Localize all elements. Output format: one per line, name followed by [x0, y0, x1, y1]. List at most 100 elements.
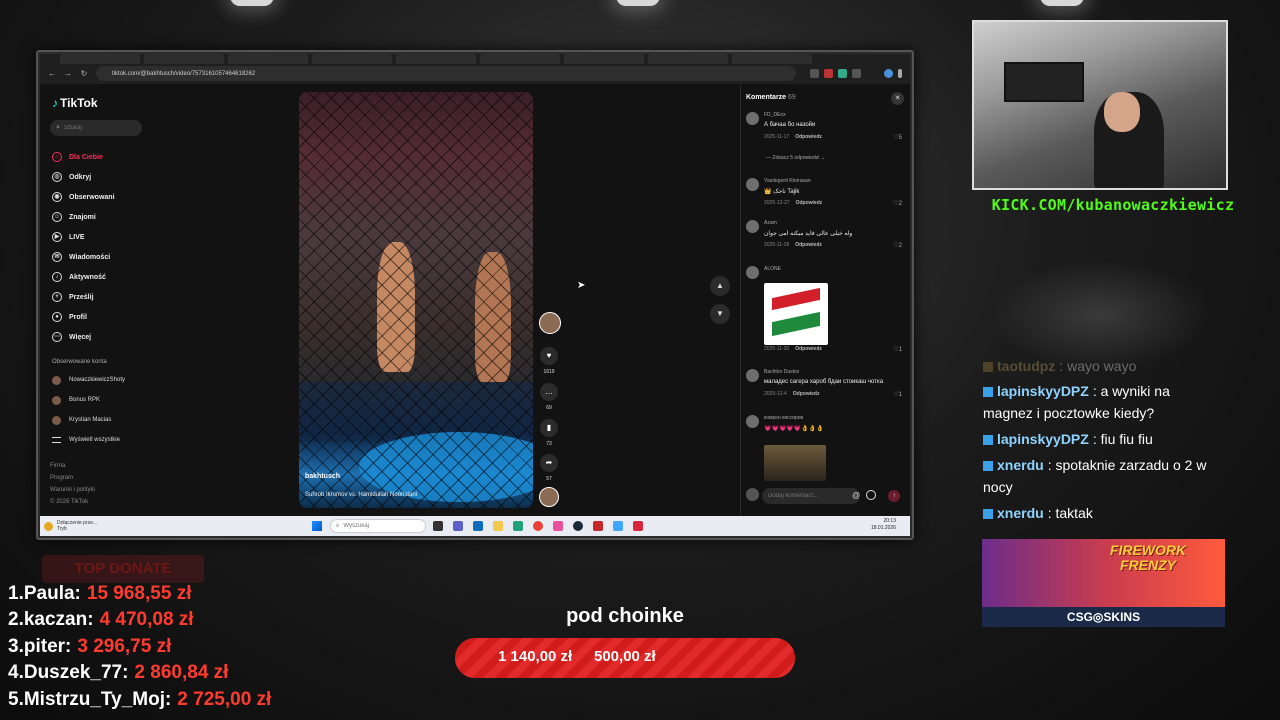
edge-icon[interactable] — [513, 521, 523, 531]
sidebar-item-10[interactable]: ⋯ Więcej — [52, 330, 91, 344]
chevron-down-icon[interactable]: ▼ — [710, 304, 730, 324]
teams-icon[interactable] — [453, 521, 463, 531]
bookmark-icon[interactable]: ▮ — [540, 419, 558, 437]
menu-icon[interactable] — [898, 69, 902, 78]
browser-tab[interactable] — [312, 54, 392, 64]
tiktok-logo[interactable]: ♪ TikTok — [52, 96, 98, 110]
close-icon[interactable]: ✕ — [891, 92, 904, 105]
chat-username[interactable]: taotudpz — [997, 358, 1055, 374]
emoji-icon[interactable] — [866, 490, 876, 500]
browser-tab[interactable] — [60, 54, 140, 64]
commenter-name[interactable]: FD_DEoх — [764, 112, 786, 118]
app-icon[interactable] — [613, 521, 623, 531]
comment-input[interactable] — [768, 493, 856, 499]
video-author[interactable]: bakhtusch — [305, 473, 340, 480]
reply-button[interactable]: Odpowiedz — [795, 134, 822, 140]
extension-icon[interactable] — [810, 69, 819, 78]
chrome-icon[interactable] — [533, 521, 543, 531]
browser-tab[interactable] — [228, 54, 308, 64]
taskbar-notification[interactable]: Dołączenie prze... Tryb — [44, 518, 124, 534]
following-item[interactable]: Bonus RPK — [52, 394, 100, 406]
explorer-icon[interactable] — [493, 521, 503, 531]
footer-link[interactable]: Firma — [50, 463, 65, 469]
back-icon[interactable]: ← — [46, 68, 58, 80]
reply-button[interactable]: Odpowiedz — [795, 242, 822, 248]
commenter-name[interactable]: Yazdegerd Khorasan — [764, 178, 811, 184]
taskbar-search[interactable]: ⌕ — [330, 519, 426, 533]
reply-button[interactable]: Odpowiedz — [793, 391, 820, 397]
send-icon[interactable]: ↑ — [888, 490, 900, 502]
commenter-name[interactable]: Bachtior Dustov — [764, 369, 799, 375]
steam-icon[interactable] — [573, 521, 583, 531]
footer-link[interactable]: Warunki i polityki — [50, 487, 95, 493]
forward-icon[interactable]: → — [62, 68, 74, 80]
browser-tab[interactable] — [144, 54, 224, 64]
browser-tab[interactable] — [732, 54, 812, 64]
tiktok-search[interactable]: ⌕ — [50, 120, 142, 136]
view-replies-link[interactable]: — Zobacz 5 odpowiedzi ⌄ — [766, 155, 825, 161]
sidebar-item-1[interactable]: ⌂ Dla Ciebie — [52, 150, 103, 164]
address-bar[interactable]: tiktok.com/@bakhtusch/video/757316105746… — [96, 66, 796, 81]
sidebar-item-5[interactable]: ▶ LIVE — [52, 230, 85, 244]
chat-username[interactable]: lapinskyyDPZ — [997, 431, 1089, 447]
commenter-avatar[interactable] — [746, 266, 759, 279]
footer-link[interactable]: Program — [50, 475, 73, 481]
share-icon[interactable]: ➦ — [540, 454, 558, 472]
app-icon[interactable] — [633, 521, 643, 531]
app-icon[interactable] — [593, 521, 603, 531]
reply-button[interactable]: Odpowiedz — [796, 200, 823, 206]
reload-icon[interactable]: ↻ — [78, 68, 90, 80]
video-player[interactable]: bakhtusch Suhrob Ikromov vs. Hamidullah … — [299, 92, 533, 508]
chat-username[interactable]: lapinskyyDPZ — [997, 383, 1089, 399]
taskview-icon[interactable] — [433, 521, 443, 531]
sidebar-item-9[interactable]: ● Profil — [52, 310, 87, 324]
sound-avatar[interactable] — [539, 487, 559, 507]
sidebar-item-6[interactable]: ✉ Wiadomości — [52, 250, 110, 264]
following-item[interactable]: Wyświetl wszystkie — [52, 434, 120, 446]
comment-image-thumbnail[interactable] — [764, 445, 826, 481]
sponsor-banner[interactable]: FIREWORK FRENZY CSG◎SKINS — [982, 539, 1225, 627]
commenter-avatar[interactable] — [746, 369, 759, 382]
creator-avatar[interactable] — [539, 312, 561, 334]
comment-likes[interactable]: ♡5 — [893, 134, 902, 141]
comment-input-box[interactable] — [762, 488, 860, 504]
comment-likes[interactable]: ♡2 — [893, 242, 902, 249]
sidebar-item-4[interactable]: ☺ Znajomi — [52, 210, 96, 224]
windows-start-icon[interactable] — [312, 521, 322, 531]
extension-icon[interactable] — [824, 69, 833, 78]
commenter-avatar[interactable] — [746, 178, 759, 191]
commenter-name[interactable]: ALONE — [764, 266, 781, 272]
following-item[interactable]: NowaczkiewiczShoty — [52, 374, 125, 386]
comment-likes[interactable]: ♡1 — [893, 346, 902, 353]
app-icon[interactable] — [553, 521, 563, 531]
comment-icon[interactable]: … — [540, 383, 558, 401]
browser-tab[interactable] — [564, 54, 644, 64]
search-input[interactable] — [63, 125, 134, 131]
extension-icon[interactable] — [852, 69, 861, 78]
sidebar-item-3[interactable]: ◉ Obserwowani — [52, 190, 115, 204]
sidebar-item-2[interactable]: ◎ Odkryj — [52, 170, 91, 184]
chat-username[interactable]: xnerdu — [997, 457, 1044, 473]
profile-avatar-icon[interactable] — [884, 69, 893, 78]
commenter-name[interactable]: Azam — [764, 220, 777, 226]
taskbar-search-input[interactable] — [343, 523, 414, 529]
like-icon[interactable]: ♥ — [540, 347, 558, 365]
sidebar-item-8[interactable]: + Prześlij — [52, 290, 94, 304]
browser-tab[interactable] — [480, 54, 560, 64]
chevron-up-icon[interactable]: ▲ — [710, 276, 730, 296]
commenter-avatar[interactable] — [746, 220, 759, 233]
taskbar-clock[interactable]: 20:13 18.01.2026 — [862, 518, 896, 532]
commenter-avatar[interactable] — [746, 415, 759, 428]
extension-icon[interactable] — [838, 69, 847, 78]
browser-tab[interactable] — [396, 54, 476, 64]
mention-icon[interactable]: @ — [852, 491, 860, 500]
commenter-avatar[interactable] — [746, 112, 759, 125]
sidebar-item-7[interactable]: ♪ Aktywność — [52, 270, 106, 284]
reply-button[interactable]: Odpowiedz — [795, 346, 822, 352]
chat-username[interactable]: xnerdu — [997, 505, 1044, 521]
browser-tab[interactable] — [648, 54, 728, 64]
commenter-name[interactable]: комрон киссиров — [764, 415, 803, 421]
app-icon[interactable] — [473, 521, 483, 531]
following-item[interactable]: Krystian Macias — [52, 414, 111, 426]
comment-likes[interactable]: ♡2 — [893, 200, 902, 207]
